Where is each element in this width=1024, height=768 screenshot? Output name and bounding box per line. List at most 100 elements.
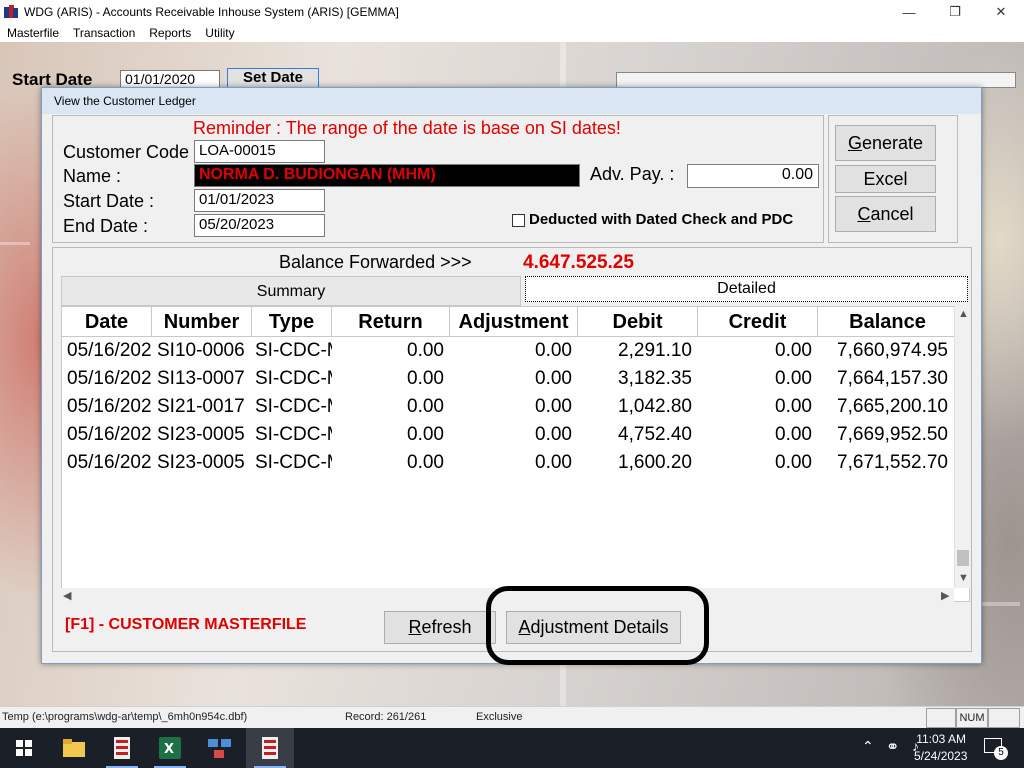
aris-app-icon-2 bbox=[262, 737, 278, 759]
status-num: NUM bbox=[956, 708, 988, 728]
scroll-thumb[interactable] bbox=[957, 550, 969, 566]
network-globe-icon[interactable]: ⚭ bbox=[886, 737, 899, 757]
column-header-balance[interactable]: Balance bbox=[818, 307, 958, 337]
cell-adjustment: 0.00 bbox=[535, 424, 572, 445]
menu-bar: Masterfile Transaction Reports Utility bbox=[0, 24, 1024, 42]
cell-debit: 4,752.40 bbox=[618, 424, 692, 445]
aris-taskbar-button-1[interactable] bbox=[98, 728, 146, 768]
customer-code-field[interactable]: LOA-00015 bbox=[194, 140, 325, 163]
parent-set-date-button[interactable]: Set Date bbox=[227, 68, 319, 88]
windows-logo-icon bbox=[16, 740, 32, 756]
cell-date: 05/16/2023 bbox=[67, 340, 152, 361]
cell-number: SI13-0007 bbox=[157, 368, 245, 389]
tab-summary[interactable]: Summary bbox=[61, 276, 521, 306]
excel-button[interactable]: Excel bbox=[835, 165, 936, 193]
cell-return: 0.00 bbox=[407, 424, 444, 445]
network-app-taskbar-button[interactable] bbox=[196, 728, 244, 768]
name-label: Name : bbox=[63, 166, 122, 186]
balance-forwarded-label: Balance Forwarded >>> bbox=[279, 252, 472, 272]
menu-transaction[interactable]: Transaction bbox=[66, 26, 142, 40]
cell-balance: 7,669,952.50 bbox=[837, 424, 948, 445]
reminder-text: Reminder : The range of the date is base… bbox=[193, 118, 621, 138]
cell-debit: 1,600.20 bbox=[618, 452, 692, 473]
excel-icon: X bbox=[159, 737, 181, 759]
column-header-type[interactable]: Type bbox=[252, 307, 332, 337]
app-icon bbox=[4, 5, 18, 19]
close-button[interactable]: ✕ bbox=[978, 0, 1024, 24]
cell-date: 05/16/2023 bbox=[67, 368, 152, 389]
refresh-button[interactable]: Refresh bbox=[384, 611, 496, 644]
parent-panel bbox=[616, 72, 1016, 88]
column-header-number[interactable]: Number bbox=[152, 307, 252, 337]
menu-utility[interactable]: Utility bbox=[198, 26, 241, 40]
adv-pay-label: Adv. Pay. : bbox=[590, 164, 675, 184]
column-header-date[interactable]: Date bbox=[62, 307, 152, 337]
aris-taskbar-button-2[interactable] bbox=[246, 728, 294, 768]
cell-date: 05/16/2023 bbox=[67, 396, 152, 417]
cell-adjustment: 0.00 bbox=[535, 368, 572, 389]
status-caps-box bbox=[926, 708, 956, 728]
cell-number: SI10-0006 bbox=[157, 340, 245, 361]
status-mode: Exclusive bbox=[476, 711, 523, 723]
cancel-button[interactable]: Cancel bbox=[835, 196, 936, 232]
clock-date[interactable]: 5/24/2023 bbox=[914, 749, 967, 763]
parent-start-date-field[interactable]: 01/01/2020 bbox=[120, 70, 220, 88]
vertical-scrollbar[interactable]: ▲ ▼ bbox=[954, 306, 970, 588]
adv-pay-field[interactable]: 0.00 bbox=[687, 164, 819, 188]
customer-name-field[interactable]: NORMA D. BUDIONGAN (MHM) bbox=[194, 164, 580, 187]
ledger-table: Date Number Type Return Adjustment Debit… bbox=[61, 306, 970, 602]
column-header-debit[interactable]: Debit bbox=[578, 307, 698, 337]
clock-time[interactable]: 11:03 AM bbox=[916, 732, 966, 746]
cell-balance: 7,664,157.30 bbox=[837, 368, 948, 389]
column-header-adjustment[interactable]: Adjustment bbox=[450, 307, 578, 337]
f1-customer-masterfile-link[interactable]: [F1] - CUSTOMER MASTERFILE bbox=[65, 616, 306, 634]
menu-masterfile[interactable]: Masterfile bbox=[0, 26, 66, 40]
deducted-checkbox[interactable] bbox=[512, 214, 525, 227]
restore-button[interactable]: ❐ bbox=[932, 0, 978, 24]
column-header-return[interactable]: Return bbox=[332, 307, 450, 337]
cell-adjustment: 0.00 bbox=[535, 340, 572, 361]
status-record: Record: 261/261 bbox=[345, 711, 427, 723]
cell-return: 0.00 bbox=[407, 452, 444, 473]
cell-debit: 1,042.80 bbox=[618, 396, 692, 417]
customer-code-label: Customer Code bbox=[63, 142, 190, 162]
cell-number: SI23-0005 bbox=[157, 452, 245, 473]
cell-type: SI-CDC-MHM bbox=[255, 452, 332, 473]
cell-return: 0.00 bbox=[407, 396, 444, 417]
cell-type: SI-CDC-MHM bbox=[255, 340, 332, 361]
end-date-field[interactable]: 05/20/2023 bbox=[194, 214, 325, 237]
excel-taskbar-button[interactable]: X bbox=[146, 728, 194, 768]
cell-balance: 7,660,974.95 bbox=[837, 340, 948, 361]
highlight-annotation bbox=[486, 586, 709, 665]
cell-date: 05/16/2023 bbox=[67, 424, 152, 445]
status-bar: Temp (e:\programs\wdg-ar\temp\_6mh0n954c… bbox=[0, 706, 1024, 728]
title-bar: WDG (ARIS) - Accounts Receivable Inhouse… bbox=[0, 0, 1024, 24]
generate-button[interactable]: Generate bbox=[835, 125, 936, 161]
cell-credit: 0.00 bbox=[775, 368, 812, 389]
file-explorer-taskbar-button[interactable] bbox=[50, 728, 98, 768]
scroll-up-icon[interactable]: ▲ bbox=[958, 308, 969, 320]
minimize-button[interactable]: — bbox=[886, 0, 932, 24]
aris-app-icon bbox=[114, 737, 130, 759]
end-date-label: End Date : bbox=[63, 216, 149, 236]
menu-reports[interactable]: Reports bbox=[142, 26, 198, 40]
cell-adjustment: 0.00 bbox=[535, 396, 572, 417]
cell-type: SI-CDC-MHM bbox=[255, 396, 332, 417]
folder-icon bbox=[63, 739, 85, 757]
scroll-left-icon[interactable]: ◀ bbox=[63, 589, 71, 602]
network-computers-icon bbox=[208, 739, 231, 758]
start-button[interactable] bbox=[0, 728, 48, 768]
column-header-credit[interactable]: Credit bbox=[698, 307, 818, 337]
cell-number: SI23-0005 bbox=[157, 424, 245, 445]
deducted-label: Deducted with Dated Check and PDC bbox=[529, 211, 794, 228]
taskbar: X ⌃ ⚭ ♪ 11:03 AM 5/24/2023 5 bbox=[0, 728, 1024, 768]
status-temp-path: Temp (e:\programs\wdg-ar\temp\_6mh0n954c… bbox=[2, 711, 248, 723]
svg-text:X: X bbox=[164, 742, 174, 757]
window-title: WDG (ARIS) - Accounts Receivable Inhouse… bbox=[24, 5, 399, 19]
scroll-down-icon[interactable]: ▼ bbox=[958, 572, 969, 584]
tab-detailed[interactable]: Detailed bbox=[525, 276, 968, 302]
show-hidden-icons-icon[interactable]: ⌃ bbox=[862, 738, 874, 755]
cell-credit: 0.00 bbox=[775, 340, 812, 361]
start-date-field[interactable]: 01/01/2023 bbox=[194, 189, 325, 212]
scroll-right-icon[interactable]: ▶ bbox=[941, 589, 949, 602]
